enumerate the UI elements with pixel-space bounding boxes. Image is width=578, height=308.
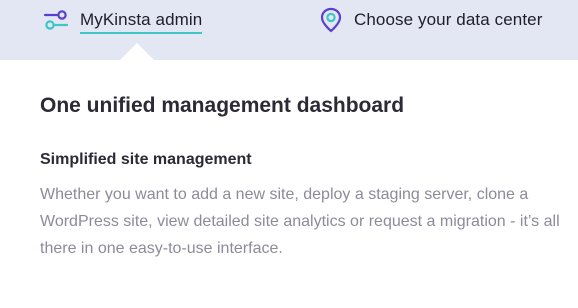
tab-label: Choose your data center (354, 10, 543, 29)
tab-mykinsta-admin[interactable]: MyKinsta admin (42, 0, 203, 40)
active-tab-pointer (120, 43, 154, 60)
tab-label: MyKinsta admin (80, 10, 203, 34)
panel-subtitle: Simplified site management (40, 151, 252, 168)
tab-choose-data-center[interactable]: Choose your data center (317, 0, 542, 40)
sliders-icon (42, 6, 70, 34)
panel-description: Whether you want to add a new site, depl… (40, 186, 560, 257)
panel-title: One unified management dashboard (40, 94, 405, 117)
map-pin-icon (317, 6, 345, 34)
feature-tab-bar: MyKinsta admin Choose your data center (0, 0, 578, 60)
